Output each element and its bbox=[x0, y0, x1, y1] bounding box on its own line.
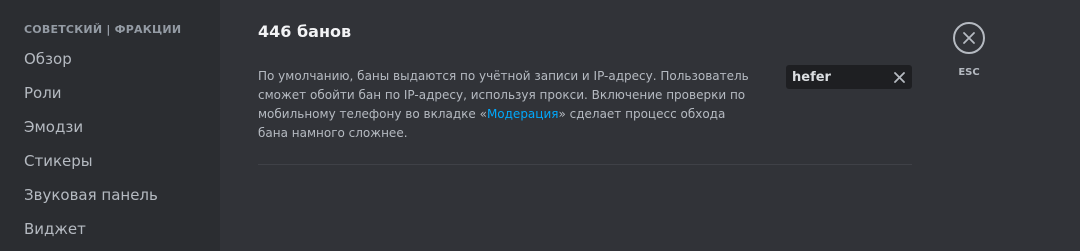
sidebar-item-emoji[interactable]: Эмодзи bbox=[24, 110, 220, 144]
moderation-link[interactable]: Модерация bbox=[487, 107, 559, 121]
section-divider bbox=[258, 164, 912, 165]
app-window: СОВЕТСКИЙ | ФРАКЦИИ Обзор Роли Эмодзи Ст… bbox=[0, 0, 1080, 251]
sidebar-item-roles[interactable]: Роли bbox=[24, 76, 220, 110]
sidebar-item-widget[interactable]: Виджет bbox=[24, 212, 220, 246]
sidebar-item-stickers[interactable]: Стикеры bbox=[24, 144, 220, 178]
ban-search-input[interactable] bbox=[792, 69, 892, 85]
page-title: 446 банов bbox=[258, 22, 352, 41]
sidebar-item-overview[interactable]: Обзор bbox=[24, 42, 220, 76]
sidebar-item-soundboard[interactable]: Звуковая панель bbox=[24, 178, 220, 212]
bans-content: 446 банов По умолчанию, баны выдаются по… bbox=[220, 0, 1080, 251]
close-button[interactable] bbox=[953, 22, 985, 54]
ban-search-box bbox=[786, 65, 912, 89]
esc-label: ESC bbox=[958, 67, 980, 78]
close-icon bbox=[893, 71, 905, 83]
close-settings: ESC bbox=[951, 22, 987, 78]
close-circle-icon bbox=[963, 32, 975, 44]
bans-description: По умолчанию, баны выдаются по учётной з… bbox=[258, 67, 758, 143]
clear-search-icon[interactable] bbox=[892, 70, 906, 84]
settings-sidebar: СОВЕТСКИЙ | ФРАКЦИИ Обзор Роли Эмодзи Ст… bbox=[0, 0, 220, 251]
server-name-header: СОВЕТСКИЙ | ФРАКЦИИ bbox=[24, 23, 182, 36]
